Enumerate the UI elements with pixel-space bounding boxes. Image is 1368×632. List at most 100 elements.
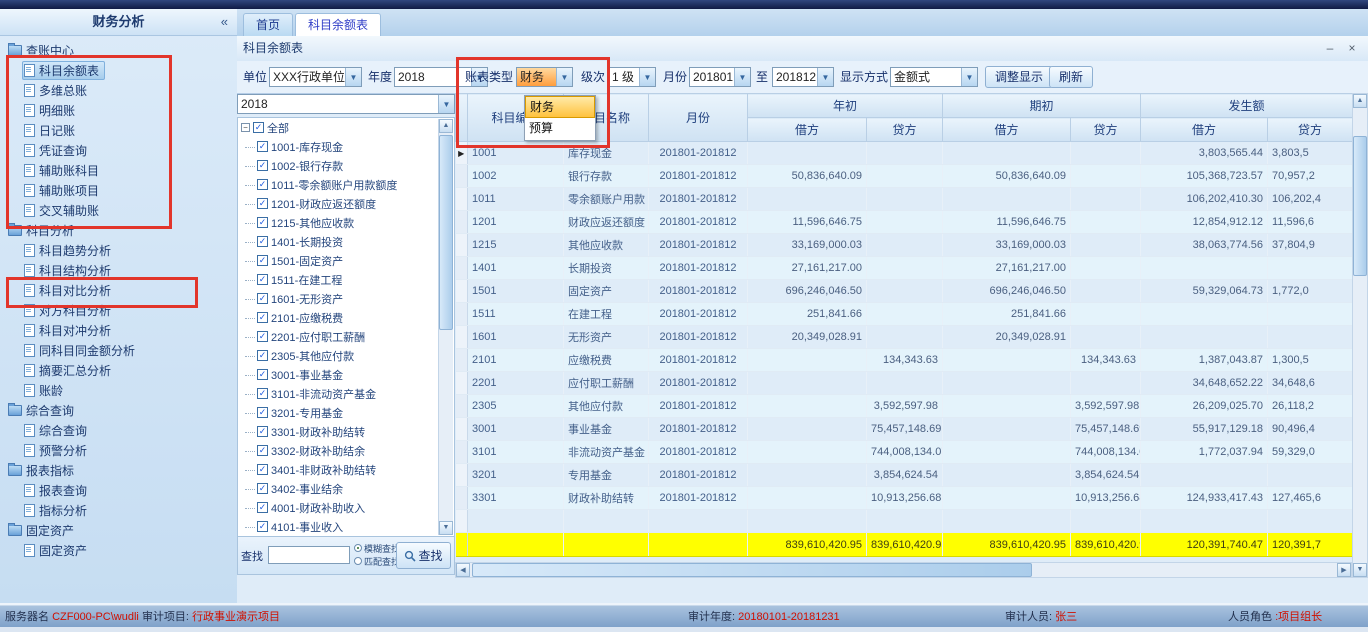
sidebar-item-综合查询[interactable]: 综合查询 [0, 420, 237, 440]
grid-cell[interactable] [867, 257, 943, 280]
tree-node[interactable]: ✓1011-零余额账户用款额度 [238, 175, 454, 194]
chevron-down-icon[interactable]: ▼ [438, 95, 454, 113]
month-to-select[interactable]: 201812 ▼ [772, 67, 834, 87]
fuzzy-search-radio[interactable]: 模糊查找 [354, 543, 400, 553]
col-group-period-begin[interactable]: 期初 [943, 94, 1141, 118]
checkbox-checked-icon[interactable]: ✓ [257, 274, 268, 285]
grid-cell[interactable]: 1011 [468, 188, 564, 211]
grid-cell[interactable]: 201801-201812 [649, 165, 748, 188]
grid-cell[interactable] [867, 142, 943, 165]
grid-cell[interactable]: 34,648,652.22 [1141, 372, 1268, 395]
tree-root[interactable]: − ✓ 全部 [238, 118, 454, 137]
checkbox-checked-icon[interactable]: ✓ [257, 426, 268, 437]
grid-cell[interactable]: 应缴税费 [564, 349, 649, 372]
grid-cell[interactable] [943, 395, 1071, 418]
sidebar-item-科目趋势分析[interactable]: 科目趋势分析 [0, 240, 237, 260]
grid-cell[interactable]: 59,329,064.73 [1141, 280, 1268, 303]
sidebar-group-查账中心[interactable]: 查账中心 [0, 40, 237, 60]
grid-cell[interactable]: 3,803,565.44 [1141, 142, 1268, 165]
tree-node[interactable]: ✓1201-财政应返还额度 [238, 194, 454, 213]
grid-cell[interactable]: 70,957,2 [1268, 165, 1353, 188]
grid-cell[interactable]: 201801-201812 [649, 441, 748, 464]
grid-cell[interactable] [748, 372, 867, 395]
grid-cell[interactable]: 26,118,2 [1268, 395, 1353, 418]
grid-cell[interactable] [943, 349, 1071, 372]
account-type-select[interactable]: 财务 ▼ [516, 67, 573, 87]
grid-cell[interactable] [468, 510, 564, 533]
scrollbar-thumb[interactable] [439, 135, 453, 330]
grid-cell[interactable]: 201801-201812 [649, 142, 748, 165]
match-search-radio[interactable]: 匹配查找 [354, 556, 400, 566]
grid-row[interactable]: 1401长期投资201801-20181227,161,217.0027,161… [456, 257, 1353, 280]
grid-cell[interactable]: 201801-201812 [649, 326, 748, 349]
grid-cell[interactable] [867, 188, 943, 211]
grid-cell[interactable]: 33,169,000.03 [748, 234, 867, 257]
close-icon[interactable]: × [1344, 36, 1360, 61]
grid-cell[interactable] [748, 464, 867, 487]
grid-row[interactable]: 3001事业基金201801-20181275,457,148.6975,457… [456, 418, 1353, 441]
grid-cell[interactable]: 201801-201812 [649, 464, 748, 487]
grid-row[interactable]: 1511在建工程201801-201812251,841.66251,841.6… [456, 303, 1353, 326]
grid-cell[interactable]: 105,368,723.57 [1141, 165, 1268, 188]
tab-home[interactable]: 首页 [243, 13, 293, 36]
sidebar-item-凭证查询[interactable]: 凭证查询 [0, 140, 237, 160]
sidebar-item-科目余额表[interactable]: 科目余额表 [0, 60, 237, 80]
grid-cell[interactable]: 744,008,134.07 [867, 441, 943, 464]
grid-row[interactable]: ▶1001库存现金201801-2018123,803,565.443,803,… [456, 142, 1353, 165]
grid-cell[interactable]: 12,854,912.12 [1141, 211, 1268, 234]
grid-cell[interactable]: 3,592,597.98 [1071, 395, 1141, 418]
radio-selected-icon[interactable] [354, 544, 362, 552]
grid-cell[interactable]: 696,246,046.50 [943, 280, 1071, 303]
grid-cell[interactable]: 零余额账户用款 [564, 188, 649, 211]
grid-cell[interactable]: 1511 [468, 303, 564, 326]
grid-cell[interactable]: 财政补助结转 [564, 487, 649, 510]
grid-cell[interactable] [1268, 303, 1353, 326]
grid-cell[interactable]: 3,854,624.54 [867, 464, 943, 487]
grid-cell[interactable]: 75,457,148.69 [867, 418, 943, 441]
grid-cell[interactable] [748, 395, 867, 418]
grid-cell[interactable]: 库存现金 [564, 142, 649, 165]
grid-cell[interactable]: 固定资产 [564, 280, 649, 303]
search-input[interactable] [268, 546, 350, 564]
chevron-down-icon[interactable]: ▼ [345, 68, 361, 86]
grid-cell[interactable] [1268, 464, 1353, 487]
grid-cell[interactable] [867, 303, 943, 326]
tree-node[interactable]: ✓3001-事业基金 [238, 365, 454, 384]
tree-node[interactable]: ✓1601-无形资产 [238, 289, 454, 308]
grid-cell[interactable] [748, 349, 867, 372]
col-group-occurred[interactable]: 发生额 [1141, 94, 1353, 118]
tree-node[interactable]: ✓4101-事业收入 [238, 517, 454, 536]
grid-row[interactable]: 3201专用基金201801-2018123,854,624.543,854,6… [456, 464, 1353, 487]
grid-cell[interactable]: 11,596,646.75 [943, 211, 1071, 234]
tree-year-select[interactable]: 2018 ▼ [237, 94, 455, 114]
grid-row[interactable]: 3301财政补助结转201801-20181210,913,256.6810,9… [456, 487, 1353, 510]
grid-cell[interactable]: 20,349,028.91 [943, 326, 1071, 349]
scroll-down-icon[interactable]: ▼ [1353, 563, 1367, 577]
grid-cell[interactable]: 非流动资产基金 [564, 441, 649, 464]
grid-cell[interactable]: 27,161,217.00 [943, 257, 1071, 280]
sidebar-item-摘要汇总分析[interactable]: 摘要汇总分析 [0, 360, 237, 380]
dropdown-option-finance[interactable]: 财务 [525, 96, 595, 118]
grid-cell[interactable] [1071, 165, 1141, 188]
grid-cell[interactable] [748, 418, 867, 441]
scroll-down-icon[interactable]: ▼ [439, 521, 453, 535]
grid-cell[interactable] [943, 464, 1071, 487]
grid-cell[interactable] [1141, 326, 1268, 349]
display-mode-select[interactable]: 金额式 ▼ [890, 67, 978, 87]
chevron-down-icon[interactable]: ▼ [639, 68, 655, 86]
grid-cell[interactable]: 50,836,640.09 [943, 165, 1071, 188]
grid-cell[interactable]: 696,246,046.50 [748, 280, 867, 303]
sidebar-item-交叉辅助账[interactable]: 交叉辅助账 [0, 200, 237, 220]
tree-node[interactable]: ✓3301-财政补助结转 [238, 422, 454, 441]
grid-cell[interactable]: 11,596,6 [1268, 211, 1353, 234]
grid-cell[interactable] [748, 510, 867, 533]
scroll-up-icon[interactable]: ▲ [439, 119, 453, 133]
grid-cell[interactable] [748, 142, 867, 165]
grid-cell[interactable]: 50,836,640.09 [748, 165, 867, 188]
tab-subject-balance[interactable]: 科目余额表 [295, 13, 381, 36]
grid-cell[interactable] [1071, 303, 1141, 326]
grid-cell[interactable]: 251,841.66 [748, 303, 867, 326]
grid-vertical-scrollbar[interactable]: ▲ ▼ [1352, 93, 1368, 578]
sidebar-group-报表指标[interactable]: 报表指标 [0, 460, 237, 480]
grid-cell[interactable]: 3,854,624.54 [1071, 464, 1141, 487]
